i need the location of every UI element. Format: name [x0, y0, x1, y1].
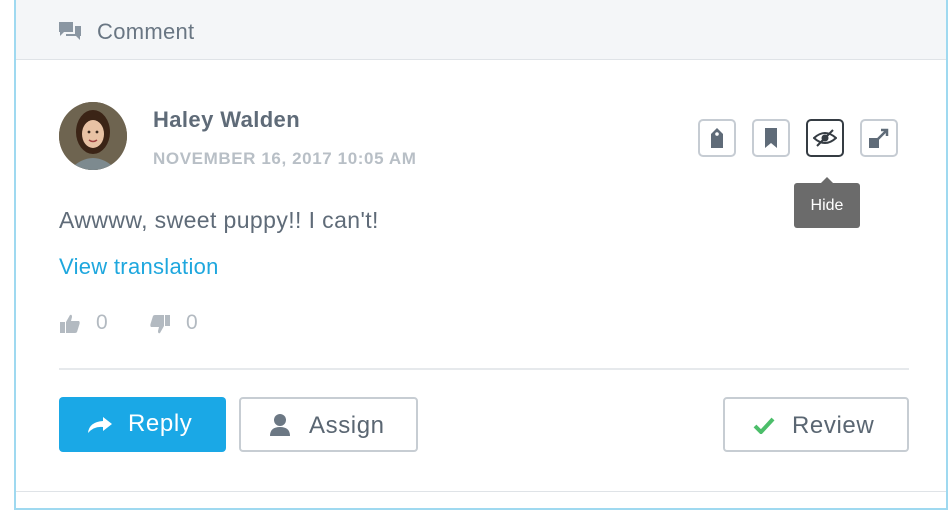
like-count: 0	[96, 311, 108, 334]
thumbs-down-icon	[150, 315, 170, 334]
review-button[interactable]: Review	[723, 397, 909, 452]
bookmark-icon	[765, 128, 777, 148]
expand-button[interactable]	[860, 119, 898, 157]
divider	[59, 368, 909, 370]
reply-button[interactable]: Reply	[59, 397, 226, 452]
hide-tooltip: Hide	[794, 177, 860, 228]
like-button[interactable]: 0	[59, 311, 129, 337]
comment-timestamp: NOVEMBER 16, 2017 10:05 AM	[153, 149, 417, 168]
thumbs-up-icon	[60, 314, 80, 333]
tag-icon	[711, 128, 723, 148]
dislike-count: 0	[186, 311, 198, 334]
assign-label: Assign	[309, 412, 385, 439]
view-translation-link[interactable]: View translation	[59, 254, 219, 280]
user-icon	[270, 414, 290, 436]
comment-text: Awwww, sweet puppy!! I can't!	[59, 207, 379, 233]
reply-arrow-icon	[88, 417, 112, 433]
check-icon	[753, 417, 775, 434]
reply-label: Reply	[128, 410, 193, 437]
panel-title: Comment	[97, 19, 195, 44]
dislike-button[interactable]: 0	[149, 311, 219, 337]
bookmark-button[interactable]	[752, 119, 790, 157]
bottom-divider	[16, 491, 946, 492]
author-name[interactable]: Haley Walden	[153, 107, 300, 133]
assign-button[interactable]: Assign	[239, 397, 418, 452]
expand-icon	[869, 128, 889, 148]
tag-button[interactable]	[698, 119, 736, 157]
hide-button[interactable]	[806, 119, 844, 157]
avatar	[59, 102, 127, 170]
eye-slash-icon	[813, 129, 837, 147]
review-label: Review	[792, 412, 875, 439]
comment-panel: Comment Haley Walden NOVEMBER 16, 2017 1…	[14, 0, 948, 510]
comments-icon	[58, 21, 82, 43]
panel-header: Comment	[16, 0, 946, 60]
